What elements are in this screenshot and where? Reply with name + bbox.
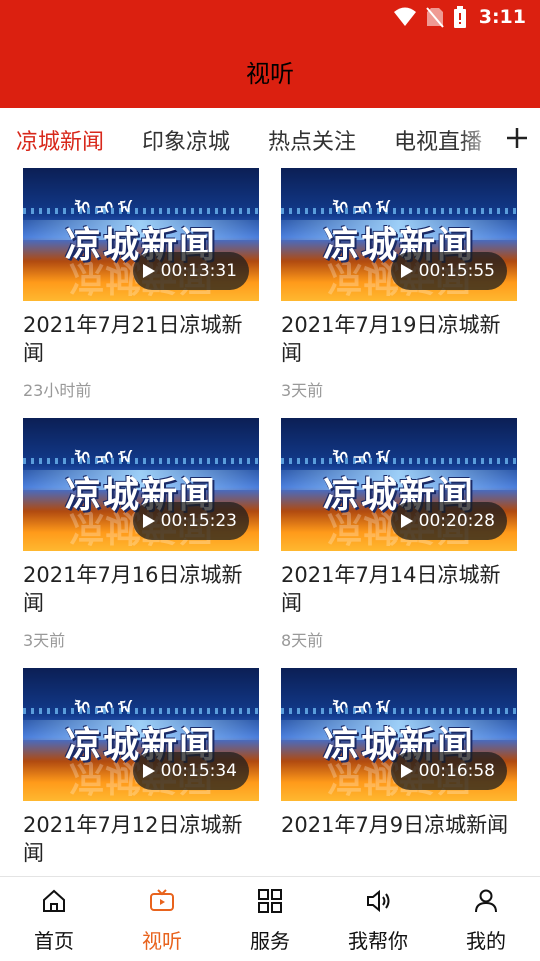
duration-text: 00:15:34 [160,761,237,781]
user-icon [475,889,497,913]
video-title[interactable]: 2021年7月9日凉城新闻 [281,811,517,839]
duration-text: 00:15:55 [418,261,495,281]
tab-hot-topics[interactable]: 热点关注 [268,124,356,156]
tab-impression-liangcheng[interactable]: 印象凉城 [142,124,230,156]
status-time: 3:11 [478,6,526,28]
video-title[interactable]: 2021年7月14日凉城新闻 [281,561,517,617]
duration-badge: 00:20:28 [390,502,507,540]
video-thumbnail[interactable]: ᠯᠢ ᠴᠢ ᠮᠡ 凉城新闻 凉城新闻 00:20:28 [281,418,517,551]
video-time: 3天前 [23,631,66,650]
nav-home[interactable]: 首页 [0,877,108,961]
status-icons: 3:11 [393,6,526,28]
play-icon [400,264,413,278]
thumbnail-script: ᠯᠢ ᠴᠢ ᠮᠡ [75,699,133,717]
video-thumbnail[interactable]: ᠯᠢ ᠴᠢ ᠮᠡ 凉城新闻 凉城新闻 00:15:55 [281,168,517,301]
wifi-icon [393,7,416,26]
video-card[interactable]: ᠯᠢ ᠴᠢ ᠮᠡ 凉城新闻 凉城新闻 00:15:34 2021年7月12日凉城… [23,668,259,876]
video-card[interactable]: ᠯᠢ ᠴᠢ ᠮᠡ 凉城新闻 凉城新闻 00:16:58 2021年7月9日凉城新… [281,668,517,849]
video-card[interactable]: ᠯᠢ ᠴᠢ ᠮᠡ 凉城新闻 凉城新闻 00:13:31 2021年7月21日凉城… [23,168,259,401]
tv-icon [150,889,174,911]
duration-badge: 00:15:34 [132,752,249,790]
nav-audiovisual-label: 视听 [142,929,182,953]
video-title[interactable]: 2021年7月12日凉城新闻 [23,811,259,867]
grid-icon [258,889,282,913]
status-bar: 3:11 [0,0,540,36]
nav-audiovisual[interactable]: 视听 [108,877,216,961]
play-icon [142,514,155,528]
video-thumbnail[interactable]: ᠯᠢ ᠴᠢ ᠮᠡ 凉城新闻 凉城新闻 00:13:31 [23,168,259,301]
thumbnail-script: ᠯᠢ ᠴᠢ ᠮᠡ [333,199,391,217]
video-card[interactable]: ᠯᠢ ᠴᠢ ᠮᠡ 凉城新闻 凉城新闻 00:15:23 2021年7月16日凉城… [23,418,259,651]
bottom-nav: 首页 视听 服务 我帮你 我的 [0,876,540,961]
video-title[interactable]: 2021年7月21日凉城新闻 [23,311,259,367]
channel-tabs: 凉城新闻 印象凉城 热点关注 电视直播 [0,108,540,168]
no-sim-icon [425,7,444,28]
video-title[interactable]: 2021年7月19日凉城新闻 [281,311,517,367]
nav-help[interactable]: 我帮你 [324,877,432,961]
duration-badge: 00:16:58 [390,752,507,790]
app-bar: 视听 [0,36,540,108]
thumbnail-script: ᠯᠢ ᠴᠢ ᠮᠡ [75,449,133,467]
nav-profile[interactable]: 我的 [432,877,540,961]
play-icon [400,514,413,528]
play-icon [142,764,155,778]
page-title: 视听 [246,60,294,88]
duration-text: 00:20:28 [418,511,495,531]
nav-profile-label: 我的 [466,929,506,953]
duration-badge: 00:13:31 [132,252,249,290]
duration-badge: 00:15:23 [132,502,249,540]
play-icon [400,764,413,778]
nav-services[interactable]: 服务 [216,877,324,961]
duration-badge: 00:15:55 [390,252,507,290]
add-channel-button[interactable] [494,108,540,168]
plus-icon [507,128,527,148]
nav-home-label: 首页 [34,929,74,953]
duration-text: 00:16:58 [418,761,495,781]
video-card[interactable]: ᠯᠢ ᠴᠢ ᠮᠡ 凉城新闻 凉城新闻 00:20:28 2021年7月14日凉城… [281,418,517,651]
thumbnail-script: ᠯᠢ ᠴᠢ ᠮᠡ [333,449,391,467]
video-time: 8天前 [281,631,324,650]
thumbnail-script: ᠯᠢ ᠴᠢ ᠮᠡ [333,699,391,717]
video-time: 23小时前 [23,381,92,400]
nav-services-label: 服务 [250,929,290,953]
speaker-icon [367,889,390,913]
video-thumbnail[interactable]: ᠯᠢ ᠴᠢ ᠮᠡ 凉城新闻 凉城新闻 00:15:34 [23,668,259,801]
duration-text: 00:13:31 [160,261,237,281]
video-card[interactable]: ᠯᠢ ᠴᠢ ᠮᠡ 凉城新闻 凉城新闻 00:15:55 2021年7月19日凉城… [281,168,517,401]
duration-text: 00:15:23 [160,511,237,531]
video-time: 3天前 [281,381,324,400]
video-list: ᠯᠢ ᠴᠢ ᠮᠡ 凉城新闻 凉城新闻 00:13:31 2021年7月21日凉城… [0,168,540,876]
play-icon [142,264,155,278]
tab-liangcheng-news[interactable]: 凉城新闻 [16,124,104,156]
video-thumbnail[interactable]: ᠯᠢ ᠴᠢ ᠮᠡ 凉城新闻 凉城新闻 00:15:23 [23,418,259,551]
home-icon [43,889,65,912]
video-thumbnail[interactable]: ᠯᠢ ᠴᠢ ᠮᠡ 凉城新闻 凉城新闻 00:16:58 [281,668,517,801]
battery-icon [453,6,466,28]
nav-help-label: 我帮你 [348,929,408,953]
thumbnail-script: ᠯᠢ ᠴᠢ ᠮᠡ [75,199,133,217]
video-title[interactable]: 2021年7月16日凉城新闻 [23,561,259,617]
